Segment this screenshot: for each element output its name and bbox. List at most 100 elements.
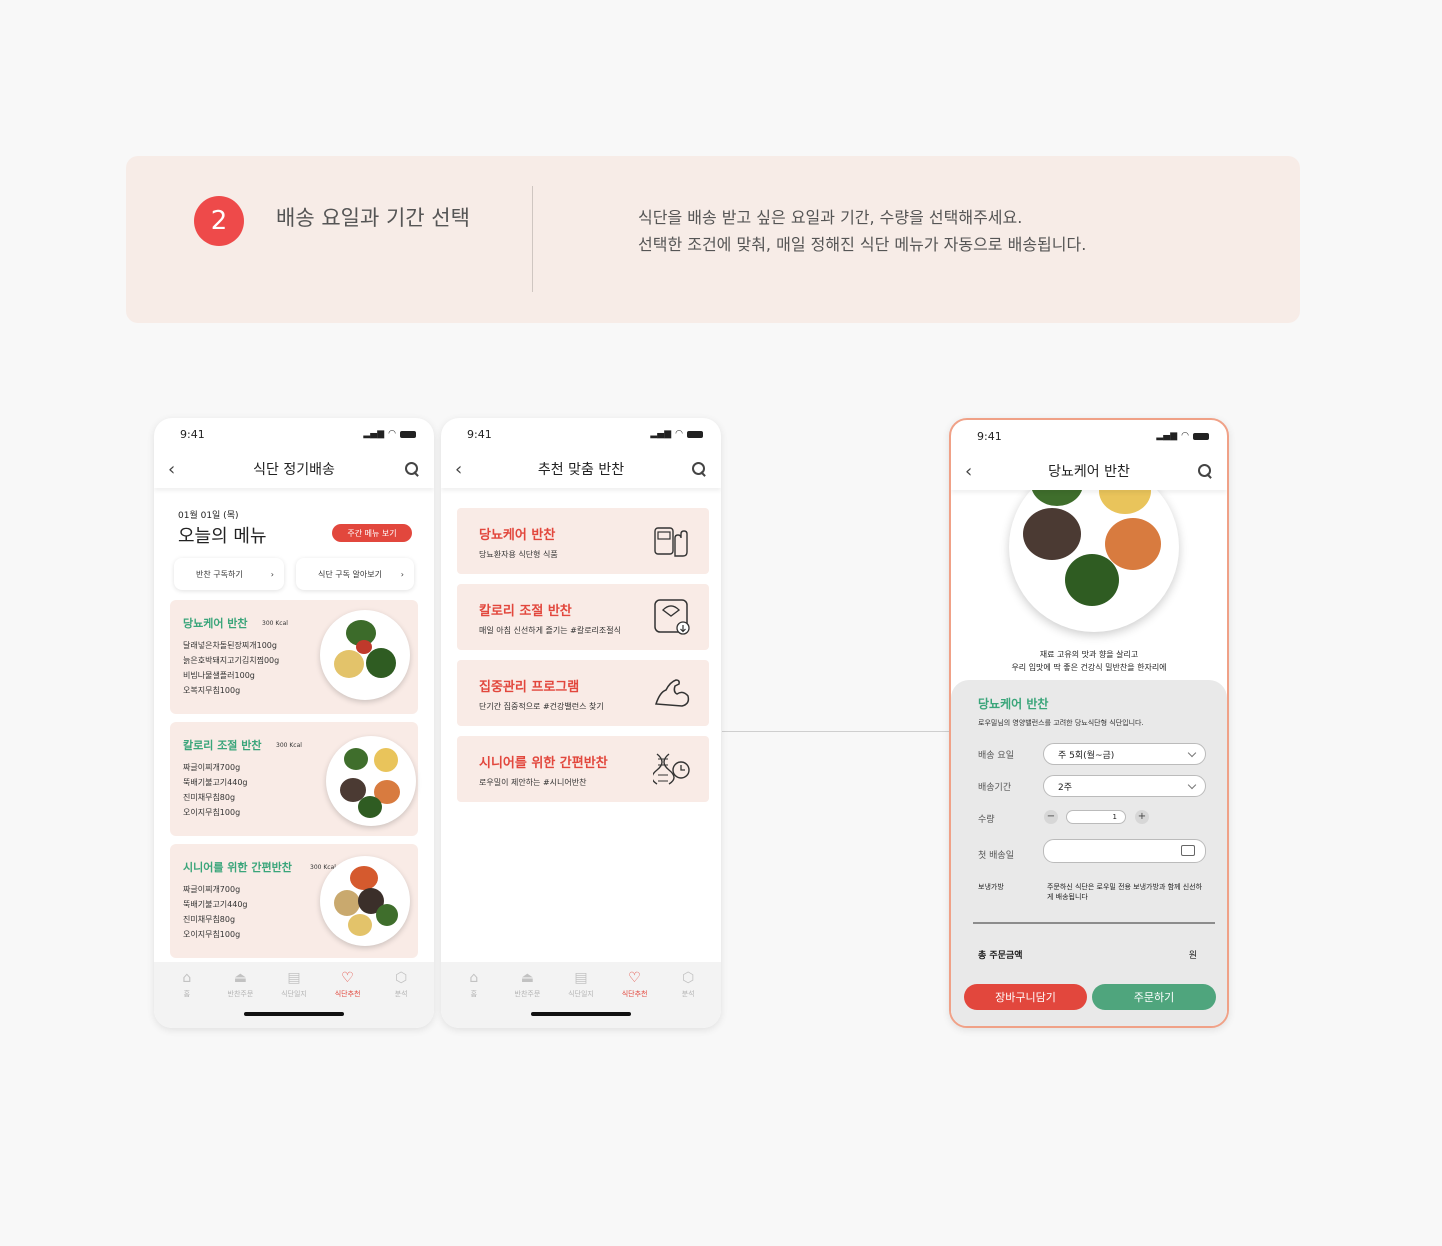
tab-analysis[interactable]: ⬡ 분석 bbox=[377, 970, 425, 999]
heart-icon: ♡ bbox=[341, 970, 354, 986]
add-to-cart-button[interactable]: 장바구니담기 bbox=[964, 984, 1087, 1010]
analysis-icon: ⬡ bbox=[682, 970, 695, 986]
tagline-line-2: 우리 입맛에 딱 좋은 건강식 밀반찬을 한자리에 bbox=[1011, 663, 1167, 672]
back-icon[interactable]: ‹ bbox=[965, 461, 981, 482]
status-time: 9:41 bbox=[977, 429, 1002, 443]
search-icon[interactable] bbox=[691, 461, 707, 477]
calendar-icon[interactable] bbox=[1181, 845, 1195, 856]
scale-icon bbox=[654, 599, 690, 635]
meal-items: 짜글이찌개700g 뚝배기불고기440g 진미채무침80g 오이지무침100g bbox=[183, 882, 248, 942]
banner-divider bbox=[532, 186, 533, 292]
home-icon: ⌂ bbox=[182, 970, 192, 986]
phone-screen-recommend: 9:41 ▂▄▆ ◠ ‹ 추천 맞춤 반찬 당뇨케어 반찬 당뇨환자용 식단형 … bbox=[441, 418, 721, 1028]
delivery-period-select[interactable]: 2주 bbox=[1043, 775, 1206, 797]
back-icon[interactable]: ‹ bbox=[455, 459, 471, 480]
first-delivery-date-input[interactable] bbox=[1043, 839, 1206, 863]
tab-bar: ⌂ 홈 ⏏ 반찬주문 ▤ 식단일지 ♡ 식단추천 ⬡ 분석 bbox=[441, 962, 721, 1028]
meal-card-senior[interactable]: 시니어를 위한 간편반찬 300 Kcal 짜글이찌개700g 뚝배기불고기44… bbox=[170, 844, 418, 958]
food-plate-image bbox=[320, 856, 410, 946]
meal-name: 시니어를 위한 간편반찬 bbox=[183, 861, 292, 874]
first-delivery-label: 첫 배송일 bbox=[978, 851, 1014, 861]
status-icons: ▂▄▆ ◠ bbox=[363, 429, 416, 439]
back-icon[interactable]: ‹ bbox=[168, 459, 184, 480]
tab-journal[interactable]: ▤ 식단일지 bbox=[557, 970, 605, 999]
chevron-right-icon: › bbox=[270, 569, 274, 579]
tab-label: 식단일지 bbox=[281, 990, 307, 998]
flow-connector-line bbox=[722, 731, 950, 732]
subscribe-button-label: 반찬 구독하기 bbox=[196, 569, 243, 579]
rec-card-diabetes[interactable]: 당뇨케어 반찬 당뇨환자용 식단형 식품 bbox=[457, 508, 709, 574]
delivery-day-select[interactable]: 주 5회(월~금) bbox=[1043, 743, 1206, 765]
signal-icon: ▂▄▆ bbox=[650, 429, 672, 439]
rec-card-title: 칼로리 조절 반찬 bbox=[479, 604, 572, 619]
tab-label: 분석 bbox=[681, 990, 695, 998]
quantity-input[interactable]: 1 bbox=[1066, 810, 1126, 824]
battery-icon bbox=[687, 430, 703, 438]
heart-icon: ♡ bbox=[628, 970, 641, 986]
tab-label: 반찬주문 bbox=[227, 990, 254, 998]
subscribe-button[interactable]: 반찬 구독하기 › bbox=[174, 558, 284, 590]
tab-recommend[interactable]: ♡ 식단추천 bbox=[611, 970, 659, 999]
tab-recommend[interactable]: ♡ 식단추천 bbox=[324, 970, 372, 999]
meal-item: 짜글이찌개700g bbox=[183, 885, 241, 894]
total-price-unit: 원 bbox=[1188, 951, 1197, 961]
menu-date: 01월 01일 (목) bbox=[178, 511, 239, 521]
page-title: 식단 정기배송 bbox=[253, 462, 335, 478]
meal-item: 뚝배기불고기440g bbox=[183, 778, 248, 787]
subscription-info-button[interactable]: 식단 구독 알아보기 › bbox=[296, 558, 414, 590]
status-bar: 9:41 ▂▄▆ ◠ bbox=[951, 420, 1227, 452]
meal-card-calorie[interactable]: 칼로리 조절 반찬 300 Kcal 짜글이찌개700g 뚝배기불고기440g … bbox=[170, 722, 418, 836]
tab-analysis[interactable]: ⬡ 분석 bbox=[664, 970, 712, 999]
tab-journal[interactable]: ▤ 식단일지 bbox=[270, 970, 318, 999]
order-options-panel: 당뇨케어 반찬 로우밀님의 영양밸런스를 고려한 당뇨식단형 식단입니다. 배송… bbox=[951, 680, 1227, 1026]
tab-home[interactable]: ⌂ 홈 bbox=[163, 970, 211, 999]
meal-item: 달래넣은차돌된장찌개100g bbox=[183, 641, 277, 650]
rec-card-senior[interactable]: 시니어를 위한 간편반찬 로우밀이 제안하는 #시니어반찬 bbox=[457, 736, 709, 802]
meal-item: 늙은호박돼지고기김치찜00g bbox=[183, 656, 280, 665]
meal-item: 오이지무침100g bbox=[183, 930, 241, 939]
quantity-minus-button[interactable]: − bbox=[1044, 810, 1058, 824]
food-plate-image bbox=[326, 736, 416, 826]
meal-item: 오이지무침100g bbox=[183, 808, 241, 817]
status-bar: 9:41 ▂▄▆ ◠ bbox=[154, 418, 434, 450]
packaging-label: 보냉가방 bbox=[978, 883, 1004, 891]
status-bar: 9:41 ▂▄▆ ◠ bbox=[441, 418, 721, 450]
search-icon[interactable] bbox=[1197, 463, 1213, 479]
meal-item: 짜글이찌개700g bbox=[183, 763, 241, 772]
tab-label: 식단추천 bbox=[334, 990, 361, 998]
rec-card-calorie[interactable]: 칼로리 조절 반찬 매일 아침 신선하게 즐기는 #칼로리조절식 bbox=[457, 584, 709, 650]
nav-bar: ‹ 식단 정기배송 bbox=[154, 450, 434, 488]
search-icon[interactable] bbox=[404, 461, 420, 477]
quantity-plus-button[interactable]: + bbox=[1135, 810, 1149, 824]
tagline-line-1: 재료 고유의 맛과 향을 살리고 bbox=[1039, 650, 1139, 659]
rec-card-intensive[interactable]: 집중관리 프로그램 단기간 집중적으로 #건강밸런스 찾기 bbox=[457, 660, 709, 726]
analysis-icon: ⬡ bbox=[395, 970, 408, 986]
home-indicator bbox=[244, 1012, 344, 1016]
order-button[interactable]: 주문하기 bbox=[1092, 984, 1216, 1010]
meal-card-diabetes[interactable]: 당뇨케어 반찬 300 Kcal 달래넣은차돌된장찌개100g 늙은호박돼지고기… bbox=[170, 600, 418, 714]
weekly-menu-button[interactable]: 주간 메뉴 보기 bbox=[332, 524, 412, 542]
chevron-down-icon bbox=[1187, 780, 1197, 789]
cloche-icon: ⏏ bbox=[233, 970, 247, 986]
tab-order[interactable]: ⏏ 반찬주문 bbox=[503, 970, 551, 999]
meal-item: 비빔나물샐플러100g bbox=[183, 671, 255, 680]
meal-item: 진미채무침80g bbox=[183, 915, 236, 924]
battery-icon bbox=[1193, 432, 1209, 440]
packaging-text: 주문하신 식단은 로우밀 전용 보냉가방과 함께 신선하게 배송됩니다 bbox=[1047, 883, 1203, 901]
subscription-info-label: 식단 구독 알아보기 bbox=[318, 569, 382, 579]
meal-kcal: 300 Kcal bbox=[276, 742, 302, 749]
phone-screen-order-options: 9:41 ▂▄▆ ◠ ‹ 당뇨케어 반찬 재료 고유의 맛과 향을 살리고 우리… bbox=[949, 418, 1229, 1028]
home-icon: ⌂ bbox=[469, 970, 479, 986]
battery-icon bbox=[400, 430, 416, 438]
product-tagline: 재료 고유의 맛과 향을 살리고 우리 입맛에 딱 좋은 건강식 밀반찬을 한자… bbox=[951, 648, 1227, 674]
journal-icon: ▤ bbox=[287, 970, 301, 986]
step-description-line-1: 식단을 배송 받고 싶은 요일과 기간, 수량을 선택해주세요. bbox=[638, 208, 1023, 227]
meal-item: 뚝배기불고기440g bbox=[183, 900, 248, 909]
dna-clock-icon bbox=[653, 753, 690, 785]
meal-items: 달래넣은차돌된장찌개100g 늙은호박돼지고기김치찜00g 비빔나물샐플러100… bbox=[183, 638, 279, 698]
tab-home[interactable]: ⌂ 홈 bbox=[450, 970, 498, 999]
tab-order[interactable]: ⏏ 반찬주문 bbox=[216, 970, 264, 999]
rec-card-desc: 당뇨환자용 식단형 식품 bbox=[479, 550, 558, 559]
wifi-icon: ◠ bbox=[1181, 431, 1189, 441]
cloche-icon: ⏏ bbox=[520, 970, 534, 986]
